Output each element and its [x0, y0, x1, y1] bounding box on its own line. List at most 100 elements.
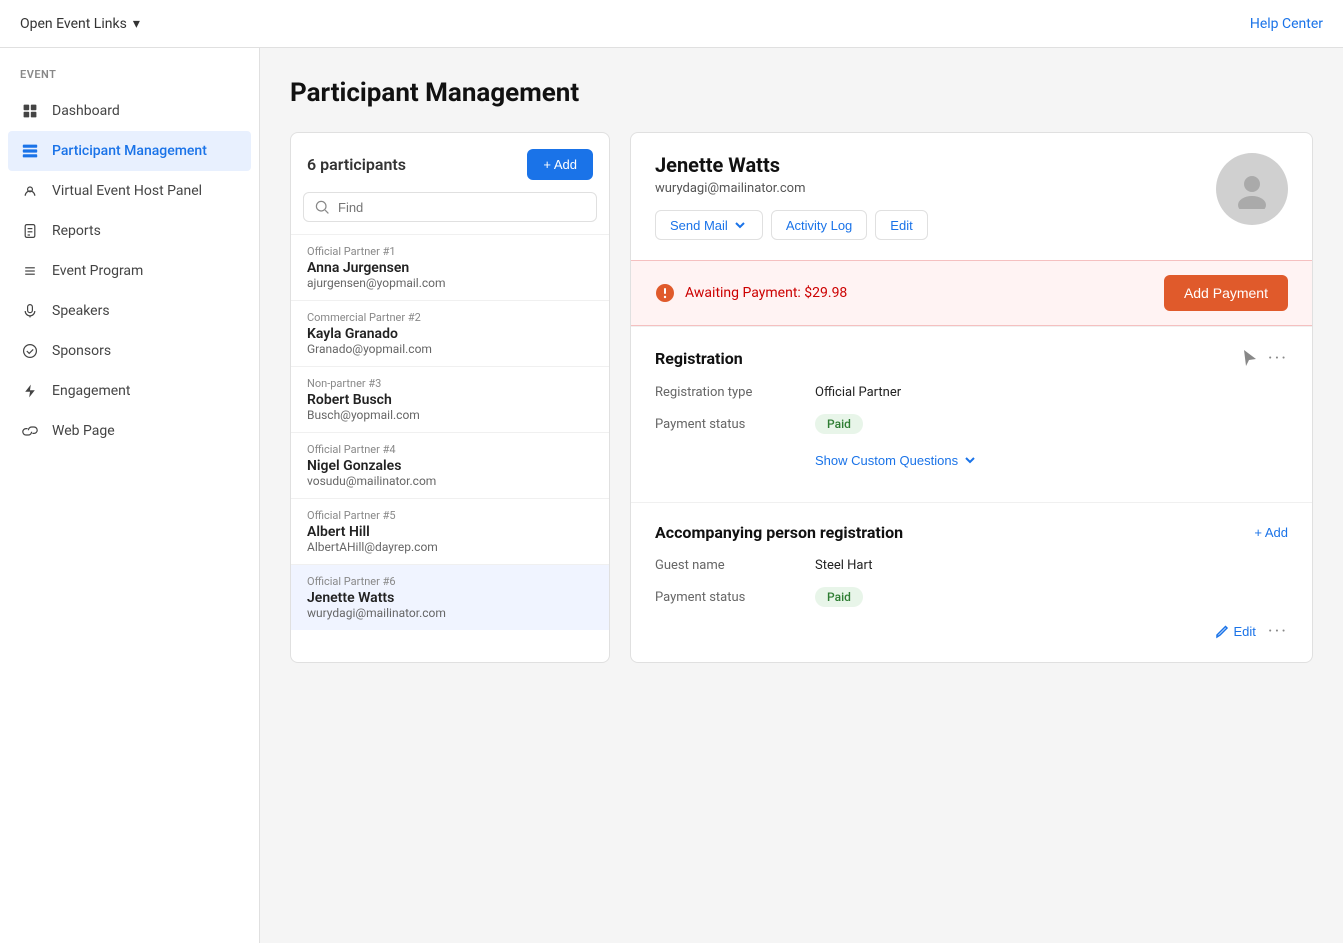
- sidebar-item-event-program[interactable]: Event Program: [0, 251, 259, 291]
- participant-name: Anna Jurgensen: [307, 260, 593, 276]
- bolt-icon: [20, 381, 40, 401]
- sidebar-item-label: Engagement: [52, 383, 130, 399]
- detail-header-info: Jenette Watts wurydagi@mailinator.com Se…: [655, 153, 928, 240]
- sidebar-item-label: Sponsors: [52, 343, 111, 359]
- avatar: [1216, 153, 1288, 225]
- list-item[interactable]: Official Partner #6 Jenette Watts wuryda…: [291, 564, 609, 630]
- monitor-icon: [20, 181, 40, 201]
- sidebar-item-participant-management[interactable]: Participant Management: [8, 131, 251, 171]
- warning-icon: [655, 283, 675, 303]
- sidebar-item-speakers[interactable]: Speakers: [0, 291, 259, 331]
- detail-actions: Send Mail Activity Log Edit: [655, 210, 928, 240]
- registration-type-row: Registration type Official Partner: [655, 385, 1288, 400]
- participant-email: wurydagi@mailinator.com: [307, 606, 593, 620]
- custom-questions-row: Show Custom Questions: [655, 448, 1288, 468]
- participant-name: Albert Hill: [307, 524, 593, 540]
- registration-type-value: Official Partner: [815, 385, 901, 400]
- participant-name: Kayla Granado: [307, 326, 593, 342]
- registration-section: Registration ··· Registration type Offic…: [631, 326, 1312, 502]
- participants-count: 6 participants: [307, 155, 406, 174]
- accompanying-title: Accompanying person registration: [655, 523, 903, 542]
- detail-panel: Jenette Watts wurydagi@mailinator.com Se…: [630, 132, 1313, 663]
- participant-tag: Commercial Partner #2: [307, 311, 593, 324]
- edit-button[interactable]: Edit: [875, 210, 927, 240]
- topbar-left-label: Open Event Links: [20, 16, 127, 32]
- sidebar-item-label: Speakers: [52, 303, 110, 319]
- document-icon: [20, 221, 40, 241]
- participant-email: ajurgensen@yopmail.com: [307, 276, 593, 290]
- participant-tag: Official Partner #6: [307, 575, 593, 588]
- warning-text: Awaiting Payment: $29.98: [685, 285, 847, 301]
- sidebar-item-virtual-event-host-panel[interactable]: Virtual Event Host Panel: [0, 171, 259, 211]
- accompanying-menu-button[interactable]: ···: [1268, 621, 1288, 642]
- participant-name: Nigel Gonzales: [307, 458, 593, 474]
- accompany-header: Accompanying person registration + Add: [655, 523, 1288, 542]
- participant-detail-email: wurydagi@mailinator.com: [655, 181, 928, 196]
- participant-email: Busch@yopmail.com: [307, 408, 593, 422]
- status-badge: Paid: [815, 414, 863, 434]
- sidebar-item-label: Reports: [52, 223, 101, 239]
- sidebar-item-sponsors[interactable]: Sponsors: [0, 331, 259, 371]
- payment-status-label: Payment status: [655, 417, 815, 432]
- chevron-down-icon: [962, 452, 978, 468]
- search-input[interactable]: [338, 200, 586, 215]
- sidebar-item-label: Event Program: [52, 263, 143, 279]
- show-custom-questions-button[interactable]: Show Custom Questions: [815, 452, 978, 468]
- add-participant-button[interactable]: + Add: [527, 149, 593, 180]
- accompanying-section: Accompanying person registration + Add G…: [631, 502, 1312, 662]
- list-item[interactable]: Official Partner #1 Anna Jurgensen ajurg…: [291, 234, 609, 300]
- list-item[interactable]: Commercial Partner #2 Kayla Granado Gran…: [291, 300, 609, 366]
- main-content: Participant Management 6 participants + …: [260, 48, 1343, 943]
- participant-tag: Non-partner #3: [307, 377, 593, 390]
- participant-name: Jenette Watts: [307, 590, 593, 606]
- participant-email: AlbertAHill@dayrep.com: [307, 540, 593, 554]
- topbar: Open Event Links ▾ Help Center: [0, 0, 1343, 48]
- list-item[interactable]: Non-partner #3 Robert Busch Busch@yopmai…: [291, 366, 609, 432]
- list-item[interactable]: Official Partner #4 Nigel Gonzales vosud…: [291, 432, 609, 498]
- help-center-link[interactable]: Help Center: [1250, 16, 1323, 32]
- list-item[interactable]: Official Partner #5 Albert Hill AlbertAH…: [291, 498, 609, 564]
- sidebar-item-label: Dashboard: [52, 103, 120, 119]
- registration-menu-button[interactable]: ···: [1268, 348, 1288, 369]
- guest-name-row: Guest name Steel Hart: [655, 558, 1288, 573]
- status-badge: Paid: [815, 587, 863, 607]
- add-payment-button[interactable]: Add Payment: [1164, 275, 1288, 311]
- accompanying-payment-label: Payment status: [655, 590, 815, 605]
- edit-row: Edit ···: [655, 621, 1288, 642]
- participant-tag: Official Partner #4: [307, 443, 593, 456]
- participant-tag: Official Partner #5: [307, 509, 593, 522]
- participant-email: vosudu@mailinator.com: [307, 474, 593, 488]
- chevron-down-icon: ▾: [133, 16, 140, 32]
- send-mail-button[interactable]: Send Mail: [655, 210, 763, 240]
- search-box: [303, 192, 597, 222]
- sidebar-item-label: Virtual Event Host Panel: [52, 183, 202, 199]
- sidebar-item-reports[interactable]: Reports: [0, 211, 259, 251]
- section-header: Registration ···: [655, 347, 1288, 369]
- sidebar-item-engagement[interactable]: Engagement: [0, 371, 259, 411]
- detail-header: Jenette Watts wurydagi@mailinator.com Se…: [631, 133, 1312, 260]
- edit-accompanying-button[interactable]: Edit: [1215, 624, 1255, 639]
- grid-icon: [20, 101, 40, 121]
- sidebar-item-web-page[interactable]: Web Page: [0, 411, 259, 451]
- sidebar-item-dashboard[interactable]: Dashboard: [0, 91, 259, 131]
- participant-tag: Official Partner #1: [307, 245, 593, 258]
- warning-banner: Awaiting Payment: $29.98 Add Payment: [631, 260, 1312, 326]
- participants-panel: 6 participants + Add Official Partner #1…: [290, 132, 610, 663]
- edit-icon: [1215, 625, 1229, 639]
- page-title: Participant Management: [290, 78, 1313, 108]
- add-accompanying-button[interactable]: + Add: [1254, 525, 1288, 540]
- participant-name: Robert Busch: [307, 392, 593, 408]
- open-event-links-btn[interactable]: Open Event Links ▾: [20, 16, 140, 32]
- check-circle-icon: [20, 341, 40, 361]
- guest-name-label: Guest name: [655, 558, 815, 573]
- warning-left: Awaiting Payment: $29.98: [655, 283, 847, 303]
- sidebar-section-label: EVENT: [0, 68, 259, 91]
- link-icon: [20, 421, 40, 441]
- activity-log-button[interactable]: Activity Log: [771, 210, 867, 240]
- participants-header: 6 participants + Add: [291, 133, 609, 192]
- guest-name-value: Steel Hart: [815, 558, 872, 573]
- participant-email: Granado@yopmail.com: [307, 342, 593, 356]
- people-icon: [20, 141, 40, 161]
- mic-icon: [20, 301, 40, 321]
- app-layout: EVENT Dashboard Participant Management V…: [0, 48, 1343, 943]
